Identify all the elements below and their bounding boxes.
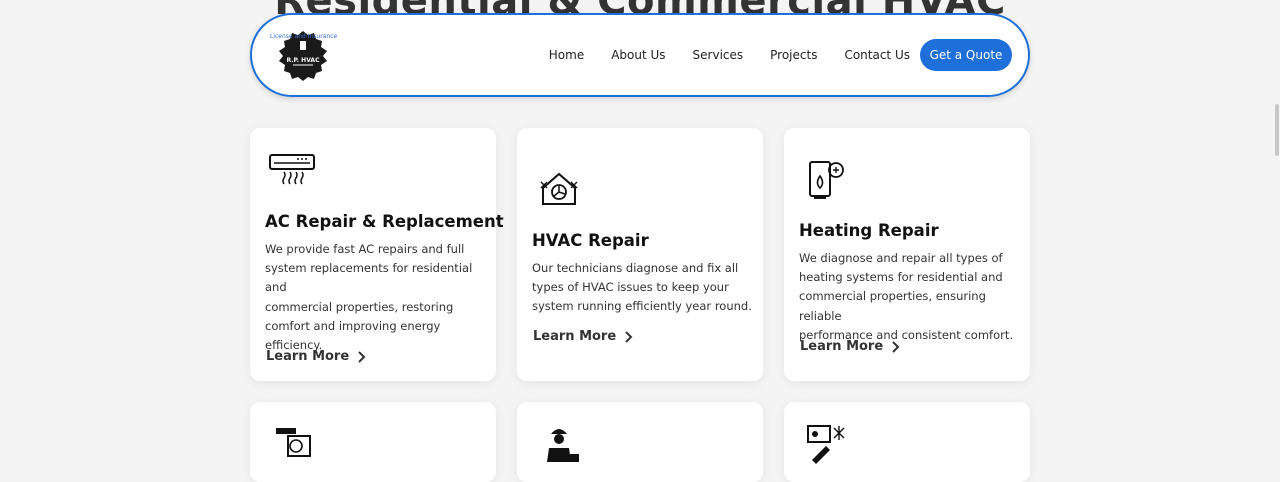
logo-name: R.P. HVAC <box>286 57 320 64</box>
air-conditioner-icon <box>269 154 315 185</box>
service-card-ac-repair: AC Repair & Replacement We provide fast … <box>250 128 504 381</box>
card-description-line: We provide fast AC repairs and full <box>265 242 465 256</box>
learn-more-link[interactable]: Learn More <box>800 339 901 354</box>
house-fan-snowflake-icon <box>540 172 578 205</box>
get-a-quote-button[interactable]: Get a Quote <box>920 39 1012 71</box>
learn-more-label: Learn More <box>800 339 884 354</box>
nav-services[interactable]: Services <box>693 48 744 62</box>
chevron-right-icon <box>892 340 900 353</box>
scrollbar-thumb[interactable] <box>1275 104 1279 156</box>
card-description-line: system running efficiently year round. <box>532 299 752 314</box>
nav-projects[interactable]: Projects <box>770 48 817 62</box>
thermostat-tools-icon <box>807 425 845 464</box>
learn-more-link[interactable]: Learn More <box>266 349 367 364</box>
navbar: License and Insurance R.P. HVAC Home Abo… <box>250 13 1030 97</box>
technician-icon <box>547 429 579 462</box>
nav-home[interactable]: Home <box>549 48 584 62</box>
logo[interactable]: License and Insurance R.P. HVAC <box>270 29 342 85</box>
card-description-line: comfort and improving energy <box>265 318 441 333</box>
card-description-line: We diagnose and repair all types of <box>799 251 1003 265</box>
card-description: We diagnose and repair all types of heat… <box>799 249 1021 345</box>
nav-contact-us[interactable]: Contact Us <box>844 48 910 62</box>
card-description-line: heating systems for residential and <box>799 270 1003 285</box>
card-title: HVAC Repair <box>532 231 649 250</box>
card-description: Our technicians diagnose and fix all typ… <box>532 259 752 317</box>
chevron-right-icon <box>358 350 366 363</box>
card-description-line: types of HVAC issues to keep your <box>532 280 729 295</box>
card-title: AC Repair & Replacement <box>265 212 504 231</box>
heater-flame-wrench-icon <box>809 161 844 199</box>
service-card-lower-2 <box>517 402 763 482</box>
nav-links: Home About Us Services Projects Contact … <box>522 15 910 95</box>
outdoor-ac-unit-icon <box>276 428 311 457</box>
card-title: Heating Repair <box>799 221 939 240</box>
card-description-line: Our technicians diagnose and fix all <box>532 261 739 275</box>
service-card-lower-3 <box>784 402 1030 482</box>
service-card-hvac-repair: HVAC Repair Our technicians diagnose and… <box>517 128 763 381</box>
learn-more-label: Learn More <box>533 329 617 344</box>
service-card-heating-repair: Heating Repair We diagnose and repair al… <box>784 128 1030 381</box>
logo-tagline: License and Insurance <box>270 33 338 40</box>
service-card-lower-1 <box>250 402 496 482</box>
learn-more-label: Learn More <box>266 349 350 364</box>
card-description-line: commercial properties, ensuring reliable <box>799 289 986 323</box>
learn-more-link[interactable]: Learn More <box>533 329 634 344</box>
chevron-right-icon <box>625 330 633 343</box>
card-description-line: commercial properties, restoring <box>265 299 454 314</box>
card-description: We provide fast AC repairs and full syst… <box>265 240 485 355</box>
card-description-line: system replacements for residential and <box>265 261 473 295</box>
nav-about-us[interactable]: About Us <box>611 48 665 62</box>
